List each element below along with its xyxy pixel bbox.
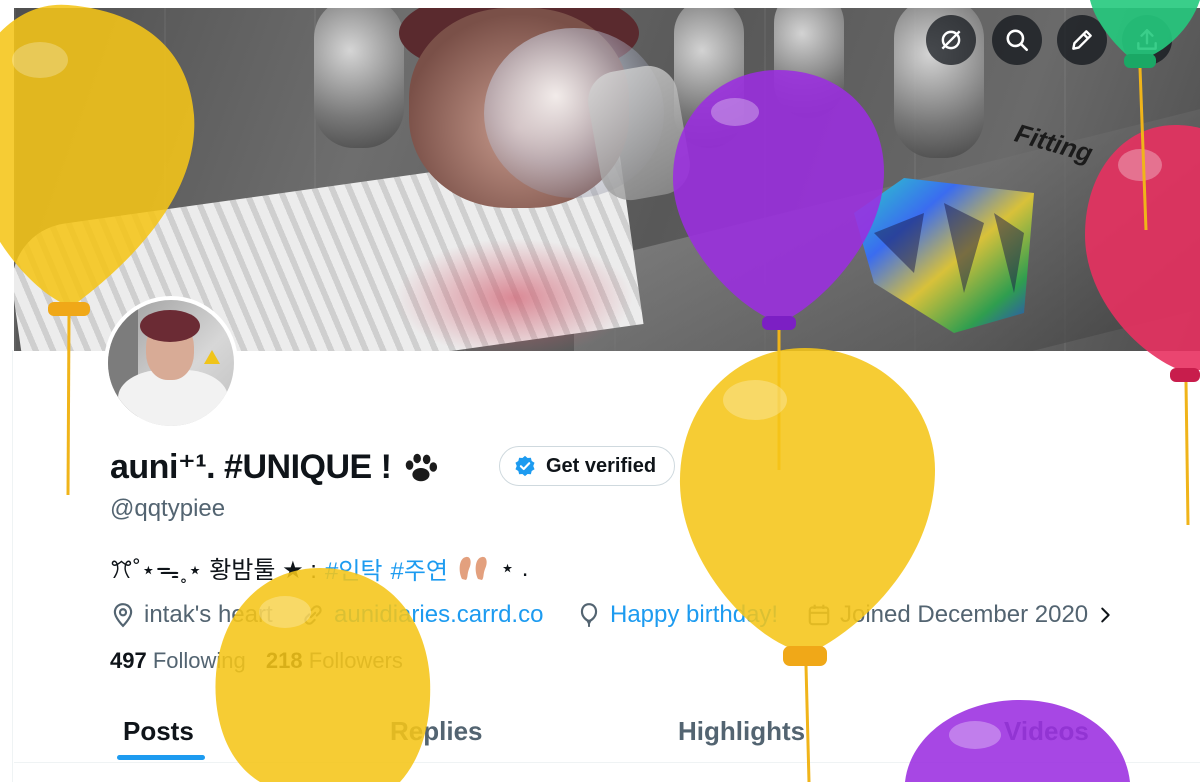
profile-tabs: Posts Replies Highlights Videos <box>14 700 1200 762</box>
search-icon <box>1006 29 1029 52</box>
joined-text: Joined December 2020 <box>840 601 1089 628</box>
balloon-icon <box>580 603 598 627</box>
following-stat[interactable]: 497 Following <box>110 648 246 674</box>
verified-badge-icon <box>515 455 535 477</box>
tab-highlights[interactable]: Highlights <box>678 700 805 762</box>
display-name: auni⁺¹. #UNIQUE ! <box>110 448 392 486</box>
bio-text: ꔫ˚⋆ᯓ˳⋆ 황밤툴 ★ : <box>110 557 317 584</box>
avatar-photo-sign <box>204 350 220 364</box>
profile-joined-date[interactable]: Joined December 2020 <box>806 598 1124 632</box>
avatar-photo-hair <box>140 310 200 342</box>
avatar-photo <box>108 300 234 426</box>
banner-foil-balloon <box>674 8 744 148</box>
edit-icon <box>1072 30 1092 50</box>
no-sync-icon <box>941 30 961 50</box>
location-text: intak's heart <box>144 601 273 628</box>
search-button[interactable] <box>992 15 1042 65</box>
get-verified-button[interactable]: Get verified <box>499 446 676 486</box>
profile-website[interactable]: aunidiaries.carrd.co <box>300 598 543 632</box>
following-count: 497 <box>110 648 147 673</box>
followers-label: Followers <box>308 648 403 673</box>
bio-suffix: ⋆ . <box>500 554 529 582</box>
edit-button[interactable] <box>1057 15 1107 65</box>
profile-location: intak's heart <box>110 598 273 632</box>
following-label: Following <box>152 648 246 673</box>
share-icon <box>1137 29 1157 50</box>
bio-hashtag[interactable]: #주연 <box>391 551 449 586</box>
profile-stats: 497 Following 218 Followers <box>110 648 417 674</box>
followers-count: 218 <box>265 648 303 673</box>
website-link[interactable]: aunidiaries.carrd.co <box>334 598 543 632</box>
location-pin-icon <box>113 603 133 628</box>
ear-emoji-icon <box>459 556 487 580</box>
tabs-divider <box>14 762 1200 763</box>
profile-handle: @qqtypiee <box>110 495 226 522</box>
chevron-right-icon <box>1101 607 1110 623</box>
active-tab-indicator <box>117 755 205 760</box>
bio-hashtag[interactable]: #인탁 <box>325 551 383 586</box>
profile-bio: ꔫ˚⋆ᯓ˳⋆ 황밤툴 ★ : #인탁 #주연 ⋆ . <box>110 550 528 586</box>
paw-emoji-icon <box>406 453 438 482</box>
banner-holographic-sticker <box>854 178 1034 333</box>
profile-birthday[interactable]: Happy birthday! <box>576 598 778 632</box>
tab-replies[interactable]: Replies <box>390 700 483 762</box>
tab-posts[interactable]: Posts <box>123 700 194 762</box>
profile-avatar[interactable] <box>104 296 238 430</box>
tab-videos[interactable]: Videos <box>1004 700 1089 762</box>
followers-stat[interactable]: 218 Followers <box>266 648 403 674</box>
share-button[interactable] <box>1122 15 1172 65</box>
sync-toggle-button[interactable] <box>926 15 976 65</box>
get-verified-label: Get verified <box>546 454 657 477</box>
banner-foil-balloon <box>774 8 844 118</box>
name-row: auni⁺¹. #UNIQUE ! <box>110 442 439 492</box>
calendar-icon <box>808 604 830 626</box>
birthday-text[interactable]: Happy birthday! <box>610 601 778 629</box>
column-border <box>12 350 13 782</box>
banner-sweater-stripe <box>394 238 634 351</box>
banner-foil-balloon <box>314 8 404 148</box>
link-icon <box>304 605 322 625</box>
